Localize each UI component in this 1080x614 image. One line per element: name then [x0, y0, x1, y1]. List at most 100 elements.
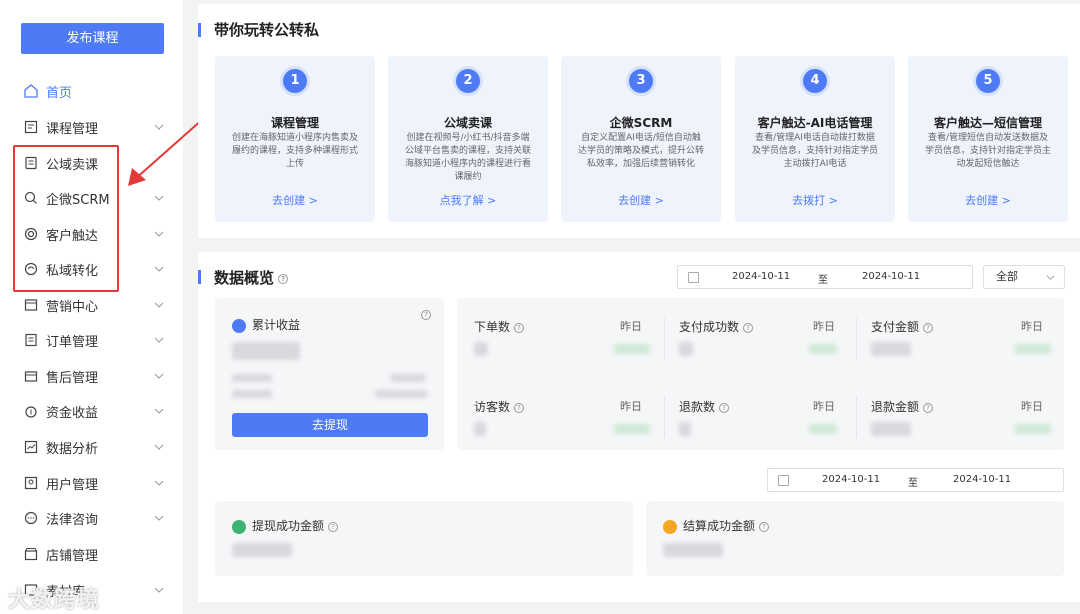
chevron-down-icon — [154, 195, 164, 201]
blurred-value — [1015, 344, 1051, 354]
sidebar-item-label: 课程管理 — [46, 121, 99, 137]
sidebar-item-shop[interactable]: 店铺管理 — [0, 536, 183, 572]
guide-section: 带你玩转公转私 1 课程管理 创建在海豚知道小程序内售卖及履约的课程，支持多种课… — [198, 4, 1080, 238]
step-number: 2 — [456, 69, 480, 93]
cumulative-earnings-card: 累计收益 ? 去提现 — [215, 298, 444, 450]
guide-card-scrm: 3 企微SCRM 自定义配置AI电话/短信自动触达学员的策略及模式，提升公转私效… — [561, 56, 721, 222]
yesterday-label: 昨日 — [1021, 400, 1043, 413]
blurred-value — [1015, 424, 1051, 434]
help-icon[interactable]: ? — [743, 322, 754, 333]
help-icon[interactable]: ? — [421, 310, 431, 320]
blurred-value — [390, 374, 426, 382]
card-link[interactable]: 去拨打 > — [735, 192, 895, 208]
date-start: 2024-10-11 — [732, 271, 791, 282]
chevron-down-icon — [154, 302, 164, 308]
chevron-down-icon — [154, 587, 164, 593]
sidebar-item-legal[interactable]: 法律咨询 — [0, 500, 183, 536]
sidebar-item-user[interactable]: 用户管理 — [0, 465, 183, 501]
order-icon — [24, 333, 38, 347]
divider — [856, 396, 857, 438]
withdraw-success-label: 提现成功金额? — [232, 517, 339, 534]
blurred-value — [474, 422, 486, 436]
blurred-value — [809, 344, 837, 354]
yesterday-label: 昨日 — [1021, 320, 1043, 333]
card-desc: 查看/管理AI电话自动拨打数据及学员信息，支持针对指定学员主动拨打AI电话 — [751, 133, 878, 169]
chevron-down-icon — [154, 231, 164, 237]
divider — [664, 396, 665, 438]
chart-badge-icon — [232, 318, 246, 333]
card-title: 客户触达—短信管理 — [933, 116, 1042, 130]
sidebar-item-analytics[interactable]: 数据分析 — [0, 429, 183, 465]
calendar-icon — [778, 475, 789, 486]
sidebar-item-label: 售后管理 — [46, 370, 99, 386]
date-end: 2024-10-11 — [953, 474, 1012, 485]
card-link[interactable]: 去创建 > — [561, 192, 721, 208]
yesterday-label: 昨日 — [620, 400, 642, 413]
date-separator: 至 — [818, 275, 828, 286]
blurred-value — [679, 422, 691, 436]
card-title: 课程管理 — [270, 116, 319, 130]
card-title: 客户触达-AI电话管理 — [757, 116, 873, 130]
course-icon — [24, 120, 38, 134]
step-number: 5 — [976, 69, 1000, 93]
scope-select[interactable]: 全部 — [983, 265, 1065, 289]
blurred-value — [663, 543, 723, 557]
legal-icon — [24, 511, 38, 525]
divider — [856, 318, 857, 360]
aftersale-icon — [24, 369, 38, 383]
blurred-value — [871, 422, 911, 436]
chevron-down-icon — [154, 408, 164, 414]
sidebar-item-money[interactable]: 资金收益 — [0, 393, 183, 429]
help-icon[interactable]: ? — [923, 322, 934, 333]
watermark: 大数跨境 — [8, 588, 101, 613]
card-title: 公域卖课 — [443, 116, 492, 130]
card-link[interactable]: 去创建 > — [215, 192, 375, 208]
blurred-value — [809, 424, 837, 434]
date-start: 2024-10-11 — [822, 474, 881, 485]
help-icon[interactable]: ? — [923, 402, 934, 413]
sidebar-item-marketing[interactable]: 营销中心 — [0, 287, 183, 323]
withdraw-button[interactable]: 去提现 — [232, 413, 428, 437]
chevron-down-icon — [154, 337, 164, 343]
stat-visitors: 访客数? — [474, 398, 525, 415]
marketing-icon — [24, 298, 38, 312]
sidebar-item-order[interactable]: 订单管理 — [0, 322, 183, 358]
help-icon[interactable]: ? — [328, 521, 339, 532]
section-accent-bar — [198, 23, 201, 37]
sidebar-item-aftersale[interactable]: 售后管理 — [0, 358, 183, 394]
guide-card-ai-phone: 4 客户触达-AI电话管理 查看/管理AI电话自动拨打数据及学员信息，支持针对指… — [735, 56, 895, 222]
card-link[interactable]: 去创建 > — [908, 192, 1068, 208]
stats-panel: 下单数? 昨日 支付成功数? 昨日 支付金额? 昨日 访客数? 昨日 退款数? … — [457, 298, 1064, 450]
card-title: 企微SCRM — [609, 116, 673, 130]
sidebar-item-label: 店铺管理 — [46, 548, 99, 564]
help-icon[interactable]: ? — [759, 521, 770, 532]
stat-orders: 下单数? — [474, 318, 525, 335]
sidebar-item-label: 资金收益 — [46, 405, 99, 421]
guide-card-sms: 5 客户触达—短信管理 查看/管理短信自动发送数据及学员信息，支持针对指定学员主… — [908, 56, 1068, 222]
card-desc: 创建在视频号/小红书/抖音多端公域平台售卖的课程，支持关联海豚知道小程序内的课程… — [404, 133, 531, 182]
chevron-down-icon — [1046, 275, 1055, 280]
stat-refund-amount: 退款金额? — [871, 398, 934, 415]
date-range-picker-2[interactable]: 2024-10-11 至 2024-10-11 — [767, 468, 1064, 492]
publish-course-button[interactable]: 发布课程 — [21, 23, 164, 54]
stat-paid-count: 支付成功数? — [679, 318, 754, 335]
guide-title: 带你玩转公转私 — [214, 21, 320, 39]
home-icon — [24, 84, 38, 98]
help-icon[interactable]: ? — [514, 322, 525, 333]
yesterday-label: 昨日 — [813, 320, 835, 333]
data-overview-section: 数据概览? 2024-10-11 至 2024-10-11 全部 累计收益 ? … — [198, 252, 1080, 602]
highlight-box — [13, 145, 119, 292]
section-accent-bar — [198, 270, 201, 284]
help-icon[interactable]: ? — [278, 273, 289, 284]
step-number: 4 — [803, 69, 827, 93]
card-link[interactable]: 点我了解 > — [388, 192, 548, 208]
chevron-down-icon — [154, 373, 164, 379]
yesterday-label: 昨日 — [813, 400, 835, 413]
date-range-picker[interactable]: 2024-10-11 至 2024-10-11 — [677, 265, 973, 289]
help-icon[interactable]: ? — [719, 402, 730, 413]
stat-paid-amount: 支付金额? — [871, 318, 934, 335]
money-icon — [24, 404, 38, 418]
blurred-value — [614, 424, 650, 434]
sidebar-item-label: 数据分析 — [46, 441, 99, 457]
help-icon[interactable]: ? — [514, 402, 525, 413]
